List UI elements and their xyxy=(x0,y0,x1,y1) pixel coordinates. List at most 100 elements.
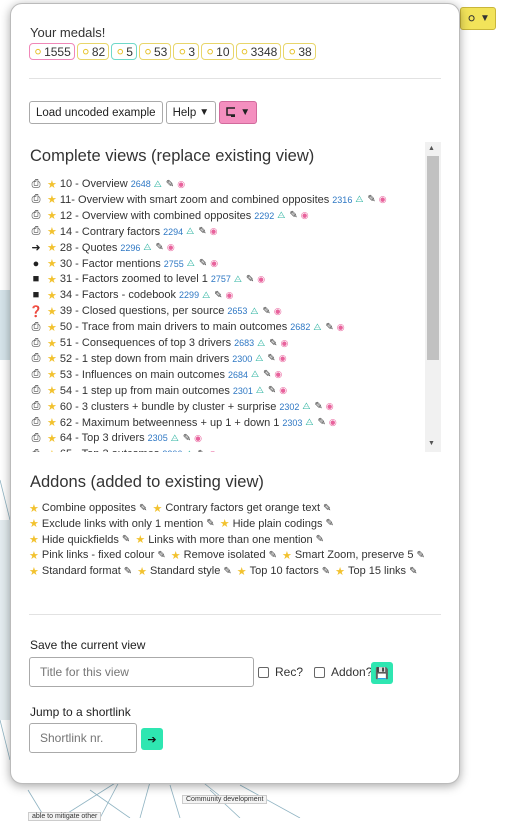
view-label[interactable]: 12 - Overview with combined opposites xyxy=(60,210,251,222)
print-icon[interactable]: ⎙ xyxy=(29,368,43,381)
addon-label[interactable]: Top 15 links xyxy=(348,565,406,577)
print-icon[interactable]: ⎙ xyxy=(29,337,43,350)
edit-icon[interactable]: ✎ xyxy=(199,258,207,269)
edit-icon[interactable]: ✎ xyxy=(206,518,214,529)
addon-label[interactable]: Combine opposites xyxy=(42,502,136,514)
share-icon[interactable]: ⨺ xyxy=(202,290,210,301)
view-row[interactable]: ⎙ ★ 14 - Contrary factors 2294 ⨺ ✎ ◉ xyxy=(29,224,218,240)
view-label[interactable]: 65 - Top 3 outcomes xyxy=(60,448,159,452)
view-label[interactable]: 34 - Factors - codebook xyxy=(60,289,176,301)
edit-icon[interactable]: ✎ xyxy=(183,433,191,444)
view-label[interactable]: 64 - Top 3 drivers xyxy=(60,432,145,444)
view-row[interactable]: ➜ ★ 28 - Quotes 2296 ⨺ ✎ ◉ xyxy=(29,240,175,256)
eye-slash-icon[interactable]: ◉ xyxy=(274,369,282,380)
edit-icon[interactable]: ✎ xyxy=(325,518,333,529)
eye-slash-icon[interactable]: ◉ xyxy=(337,322,345,333)
eye-slash-icon[interactable]: ◉ xyxy=(281,338,289,349)
save-view-button[interactable]: 💾 xyxy=(371,662,393,684)
print-icon[interactable]: ⎙ xyxy=(29,352,43,365)
edit-icon[interactable]: ✎ xyxy=(124,566,132,577)
view-row[interactable]: ⎙ ★ 53 - Influences on main outcomes 2684 ⨺ ✎… xyxy=(29,367,283,383)
edit-icon[interactable]: ✎ xyxy=(316,534,324,545)
view-label[interactable]: 51 - Consequences of top 3 drivers xyxy=(60,337,231,349)
load-example-button[interactable]: Load uncoded example xyxy=(29,101,163,124)
addon-label[interactable]: Top 10 factors xyxy=(250,565,319,577)
arrow-icon[interactable]: ➜ xyxy=(29,241,43,254)
edit-icon[interactable]: ✎ xyxy=(269,338,277,349)
print-icon[interactable]: ⎙ xyxy=(29,432,43,445)
addon-label[interactable]: Pink links - fixed colour xyxy=(42,549,155,561)
share-icon[interactable]: ⨺ xyxy=(187,258,195,269)
addon-label[interactable]: Remove isolated xyxy=(184,549,266,561)
go-shortlink-button[interactable]: ➔ xyxy=(141,728,163,750)
print-icon[interactable]: ⎙ xyxy=(29,416,43,429)
view-row[interactable]: ⎙ ★ 10 - Overview 2648 ⨺ ✎ ◉ xyxy=(29,176,185,192)
edit-icon[interactable]: ✎ xyxy=(122,534,130,545)
edit-icon[interactable]: ✎ xyxy=(322,566,330,577)
edit-icon[interactable]: ✎ xyxy=(198,226,206,237)
edit-icon[interactable]: ✎ xyxy=(223,566,231,577)
addon-item[interactable]: ★ Smart Zoom, preserve 5 ✎ xyxy=(282,549,425,562)
addon-label[interactable]: Exclude links with only 1 mention xyxy=(42,518,203,530)
eye-slash-icon[interactable]: ◉ xyxy=(257,274,265,285)
edit-icon[interactable]: ✎ xyxy=(262,306,270,317)
edit-icon[interactable]: ✎ xyxy=(246,274,254,285)
addon-checkbox[interactable] xyxy=(314,667,325,678)
graph-node-label[interactable]: Community development xyxy=(182,795,268,804)
view-label[interactable]: 52 - 1 step down from main drivers xyxy=(60,353,229,365)
eye-slash-icon[interactable]: ◉ xyxy=(279,385,287,396)
eye-slash-icon[interactable]: ◉ xyxy=(274,306,282,317)
view-label[interactable]: 54 - 1 step up from main outcomes xyxy=(60,385,230,397)
addon-item[interactable]: ★ Exclude links with only 1 mention ✎ xyxy=(29,517,215,531)
view-title-input[interactable] xyxy=(29,657,254,687)
addon-item[interactable]: ★ Hide plain codings ✎ xyxy=(220,517,334,531)
edit-icon[interactable]: ✎ xyxy=(323,503,331,514)
comment-icon[interactable]: ● xyxy=(29,258,43,270)
edit-icon[interactable]: ✎ xyxy=(155,242,163,253)
view-row[interactable]: ⎙ ★ 52 - 1 step down from main drivers 2300… xyxy=(29,351,287,367)
addon-item[interactable]: ★ Combine opposites ✎ xyxy=(29,502,147,515)
view-label[interactable]: 60 - 3 clusters + bundle by cluster + su… xyxy=(60,401,276,413)
addon-item[interactable]: ★ Standard format ✎ xyxy=(29,565,132,578)
eye-slash-icon[interactable]: ◉ xyxy=(167,242,175,253)
edit-icon[interactable]: ✎ xyxy=(268,385,276,396)
addon-label[interactable]: Hide quickfields xyxy=(42,534,119,546)
eye-slash-icon[interactable]: ◉ xyxy=(301,210,309,221)
share-icon[interactable]: ⨺ xyxy=(154,179,162,190)
eye-slash-icon[interactable]: ◉ xyxy=(379,194,387,205)
share-icon[interactable]: ⨺ xyxy=(234,274,242,285)
edit-icon[interactable]: ✎ xyxy=(214,290,222,301)
view-label[interactable]: 62 - Maximum betweenness + up 1 + down 1 xyxy=(60,417,280,429)
view-label[interactable]: 50 - Trace from main drivers to main out… xyxy=(60,321,287,333)
print-icon[interactable]: ⎙ xyxy=(29,225,43,238)
addon-label[interactable]: Standard style xyxy=(150,565,220,577)
print-icon[interactable]: ⎙ xyxy=(29,400,43,413)
edit-icon[interactable]: ✎ xyxy=(409,566,417,577)
view-row[interactable]: ● ★ 30 - Factor mentions 2755 ⨺ ✎ ◉ xyxy=(29,256,218,272)
addon-item[interactable]: ★ Hide quickfields ✎ xyxy=(29,533,130,547)
share-icon[interactable]: ⨺ xyxy=(143,242,151,253)
print-icon[interactable]: ⎙ xyxy=(29,193,43,206)
eye-slash-icon[interactable]: ◉ xyxy=(210,226,218,237)
print-icon[interactable]: ⎙ xyxy=(29,321,43,334)
view-label[interactable]: 39 - Closed questions, per source xyxy=(60,305,224,317)
scroll-down-icon[interactable]: ▼ xyxy=(428,440,435,447)
share-icon[interactable]: ⨺ xyxy=(302,401,310,412)
view-row[interactable]: ⎙ ★ 51 - Consequences of top 3 drivers 2683… xyxy=(29,335,289,351)
view-row[interactable]: ⎙ ★ 62 - Maximum betweenness + up 1 + down… xyxy=(29,415,337,431)
addon-item[interactable]: ★ Links with more than one mention ✎ xyxy=(135,533,324,547)
eye-slash-icon[interactable]: ◉ xyxy=(326,401,334,412)
view-row[interactable]: ⎙ ★ 50 - Trace from main drivers to main o… xyxy=(29,319,345,335)
addon-item[interactable]: ★ Remove isolated ✎ xyxy=(171,549,277,562)
view-label[interactable]: 53 - Influences on main outcomes xyxy=(60,369,225,381)
edit-icon[interactable]: ✎ xyxy=(317,417,325,428)
share-icon[interactable]: ⨺ xyxy=(185,449,193,452)
share-icon[interactable]: ⨺ xyxy=(186,226,194,237)
view-label[interactable]: 30 - Factor mentions xyxy=(60,258,161,270)
edit-icon[interactable]: ✎ xyxy=(197,449,205,452)
edit-icon[interactable]: ✎ xyxy=(314,401,322,412)
addon-label[interactable]: Standard format xyxy=(42,565,121,577)
share-icon[interactable]: ⨺ xyxy=(250,306,258,317)
eye-slash-icon[interactable]: ◉ xyxy=(279,353,287,364)
view-row[interactable]: ⎙ ★ 60 - 3 clusters + bundle by cluster + … xyxy=(29,399,334,415)
